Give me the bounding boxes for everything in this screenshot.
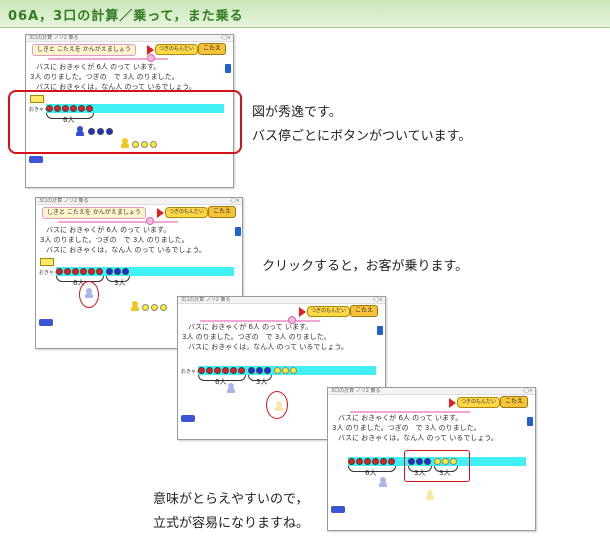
person-icon [227, 383, 235, 393]
bus-stop-button[interactable] [40, 258, 54, 266]
window-title-bar: 3口の計算 ノリ2 乗る –□× [26, 35, 233, 42]
problem-line-1: バスに おきゃくが 6人 のって います。 [338, 414, 463, 422]
caption-first-line-1: 図が秀逸です。 [252, 105, 342, 120]
reset-button[interactable] [181, 415, 195, 422]
highlight-box [8, 90, 242, 154]
window-controls[interactable]: –□× [372, 297, 383, 304]
problem-line-2: 3人 のりました。つぎの で 3人 のりました。 [30, 73, 179, 81]
pen-icon[interactable] [235, 227, 241, 236]
passenger-red [230, 367, 237, 374]
passenger-red [380, 458, 387, 465]
passenger-red [222, 367, 229, 374]
passenger-red [80, 268, 87, 275]
next-problem-button[interactable]: つぎのもんだい [307, 306, 351, 317]
page-title: 06A，3口の計算／乗って，また乗る [8, 9, 244, 24]
passenger-red [206, 367, 213, 374]
caption-last-line-2: 立式が容易になりますね。 [153, 516, 310, 531]
passenger-red [238, 367, 245, 374]
answer-button[interactable]: こたえ [500, 396, 529, 408]
window-title: 3口の計算 ノリ2 乗る [331, 388, 381, 394]
second-group-count: 3人 [114, 279, 126, 287]
reset-button[interactable] [331, 506, 345, 513]
passenger-yellow [274, 367, 281, 374]
window-title: 3口の計算 ノリ2 乗る [181, 297, 231, 303]
arrow-icon [299, 307, 306, 317]
window-title: 3口の計算 ノリ2 乗る [39, 198, 89, 204]
window-title-bar: 3口の計算 ノリ2 乗る –□× [178, 297, 385, 304]
passenger-blue [264, 367, 271, 374]
next-problem-button[interactable]: つぎのもんだい [165, 207, 209, 218]
next-problem-button[interactable]: つぎのもんだい [155, 44, 199, 55]
highlight-oval [79, 281, 99, 308]
problem-line-2: 3人 のりました。つぎの で 3人 のりました。 [40, 236, 189, 244]
highlight-oval [266, 391, 288, 419]
problem-line-1: バスに おきゃくが 6人 のって います。 [46, 226, 171, 234]
passenger-red [64, 268, 71, 275]
route-line [58, 221, 178, 223]
passenger-red [72, 268, 79, 275]
window-controls[interactable]: –□× [229, 198, 240, 205]
pen-icon[interactable] [225, 64, 231, 73]
window-title: 3口の計算 ノリ2 乗る [29, 35, 79, 41]
passenger-yellow [142, 304, 149, 311]
passenger-red [372, 458, 379, 465]
passenger-yellow [282, 367, 289, 374]
person-icon [379, 477, 387, 487]
answer-button[interactable]: こたえ [208, 206, 237, 218]
passenger-blue [122, 268, 129, 275]
reset-button[interactable] [39, 319, 53, 326]
window-controls[interactable]: –□× [220, 35, 231, 42]
caption-first-line-2: バス停ごとにボタンがついています。 [252, 129, 472, 144]
reset-button[interactable] [29, 156, 43, 163]
passenger-red [198, 367, 205, 374]
arrow-icon [157, 208, 164, 218]
first-group-count: 6人 [215, 378, 227, 386]
second-group-count: 3人 [256, 378, 268, 386]
problem-line-3: バスに おきゃくは，なん人 のって いるでしょう。 [188, 343, 348, 351]
person-icon [131, 301, 139, 311]
highlight-rect [404, 450, 470, 482]
passenger-yellow [160, 304, 167, 311]
pen-icon[interactable] [377, 326, 383, 335]
caption-click: クリックすると，お客が乗ります。 [262, 259, 469, 274]
arrow-icon [449, 398, 456, 408]
page-header: 06A，3口の計算／乗って，また乗る [0, 0, 610, 28]
answer-button[interactable]: こたえ [350, 305, 379, 317]
problem-line-1: バスに おきゃくが 6人 のって います。 [36, 63, 161, 71]
window-title-bar: 3口の計算 ノリ2 乗る –□× [36, 198, 242, 205]
problem-line-1: バスに おきゃくが 6人 のって います。 [188, 323, 313, 331]
passenger-blue [114, 268, 121, 275]
window-title-bar: 3口の計算 ノリ2 乗る –□× [328, 388, 535, 395]
bus-stop-marker-icon [146, 217, 154, 225]
bus-stop-marker-icon [147, 54, 155, 62]
first-group-count: 6人 [365, 469, 377, 477]
passenger-blue [248, 367, 255, 374]
passenger-red [96, 268, 103, 275]
passenger-red [56, 268, 63, 275]
person-icon [426, 490, 434, 500]
passenger-red [214, 367, 221, 374]
passenger-red [88, 268, 95, 275]
passenger-blue [256, 367, 263, 374]
problem-line-2: 3人 のりました。つぎの で 3人 のりました。 [332, 424, 481, 432]
next-problem-button[interactable]: つぎのもんだい [457, 397, 501, 408]
window-controls[interactable]: –□× [522, 388, 533, 395]
passenger-yellow [151, 304, 158, 311]
instruction-label: しきと こたえを かんがえましょう [32, 44, 136, 56]
answer-button[interactable]: こたえ [198, 43, 227, 55]
passenger-red [348, 458, 355, 465]
passenger-red [364, 458, 371, 465]
passenger-yellow [290, 367, 297, 374]
passenger-blue [106, 268, 113, 275]
instruction-label: しきと こたえを かんがえましょう [42, 207, 146, 219]
pen-icon[interactable] [527, 417, 533, 426]
problem-line-2: 3人 のりました。つぎの で 3人 のりました。 [182, 333, 331, 341]
caption-last-line-1: 意味がとらえやすいので， [153, 492, 309, 507]
passenger-red [356, 458, 363, 465]
problem-line-3: バスに おきゃくは，なん人 のって いるでしょう。 [338, 434, 498, 442]
problem-line-3: バスに おきゃくは，なん人 のって いるでしょう。 [46, 246, 206, 254]
passenger-red [388, 458, 395, 465]
